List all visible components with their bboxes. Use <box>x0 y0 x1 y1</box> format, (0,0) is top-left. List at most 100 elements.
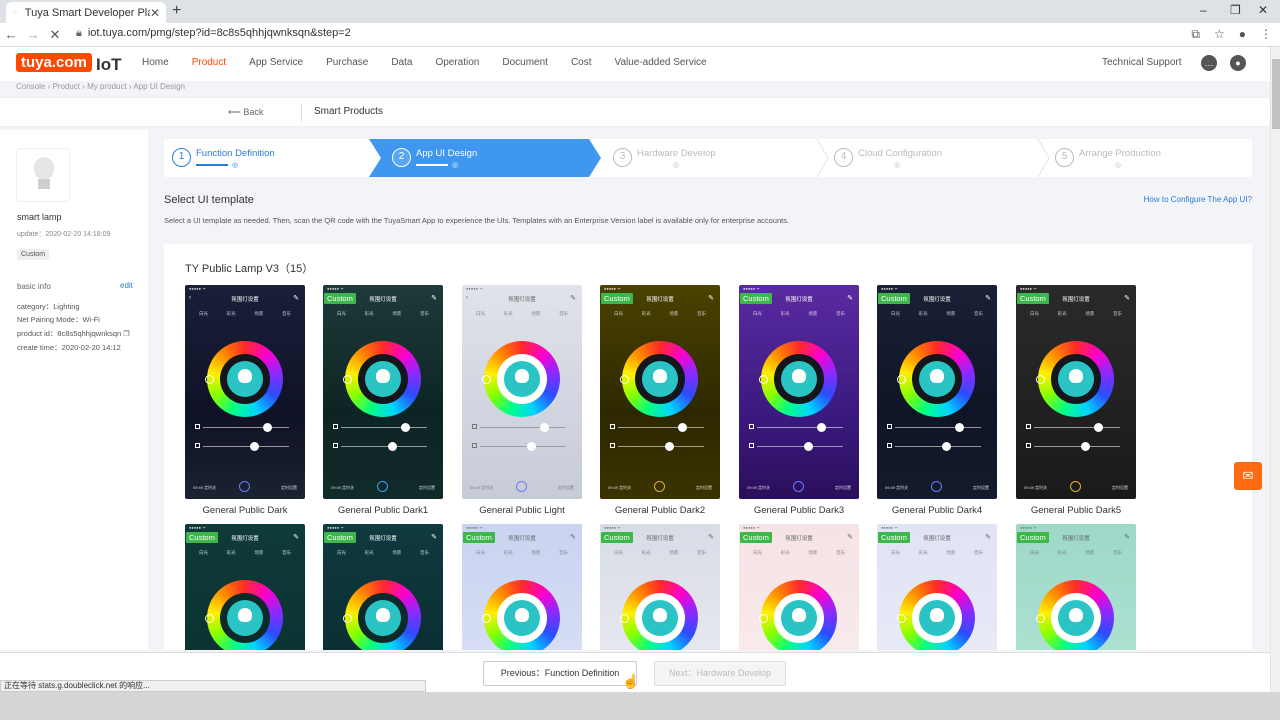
step-arrange-production[interactable]: 5 Arrange Production ◎ <box>1051 139 1251 177</box>
phone-status-bar: ●●●●● ᯤ <box>881 525 898 530</box>
template-card[interactable]: ●●●●● ᯤ Custom 氛围灯设置 ✎ 白光 彩光 场景 音乐 <box>1016 524 1136 650</box>
step-function-definition[interactable]: 1 Function Definition ◎ <box>168 139 368 177</box>
step-app-ui-design[interactable]: 2 App UI Design ◎ <box>388 139 588 177</box>
brightness-icon <box>1026 424 1031 429</box>
new-tab-button[interactable]: + <box>172 2 181 20</box>
phone-bottom-bar: 09:49 定时关 定时设置 <box>877 477 997 499</box>
power-icon <box>516 481 527 492</box>
temperature-icon <box>1026 443 1031 448</box>
phone-tab: 白光 <box>614 550 623 555</box>
timer-settings: 定时设置 <box>973 485 989 490</box>
restore-icon[interactable]: ❐ <box>1230 3 1241 17</box>
template-card[interactable]: ●●●●● ᯤ Custom 氛围灯设置 ✎ 白光 彩光 场景 音乐 09:49 定时关 定时设置 <box>323 285 443 499</box>
bulb-base <box>38 179 50 189</box>
phone-tab: 彩光 <box>226 311 236 316</box>
wheel-knob <box>482 375 491 384</box>
nav-operation[interactable]: Operation <box>435 57 479 68</box>
user-avatar-icon[interactable]: ● <box>1230 55 1246 71</box>
nav-data[interactable]: Data <box>391 57 412 68</box>
color-wheel <box>759 341 837 417</box>
template-name[interactable]: General Public Dark <box>175 505 315 516</box>
temperature-icon <box>887 443 892 448</box>
template-name[interactable]: General Public Dark1 <box>313 505 453 516</box>
create-time-line: create time：2020-02-20 14:12 <box>17 343 121 352</box>
template-name[interactable]: General Public Dark3 <box>729 505 869 516</box>
translate-icon[interactable]: ⧉ <box>1191 27 1200 42</box>
profile-icon[interactable]: ● <box>1239 27 1246 42</box>
template-card[interactable]: ●●●●● ᯤ Custom 氛围灯设置 ✎ 白光 彩光 场景 音乐 09:49 定时关 定时设置 <box>877 285 997 499</box>
close-window-icon[interactable]: ✕ <box>1258 3 1268 17</box>
phone-tab: 白光 <box>199 311 208 316</box>
url-field[interactable]: 🔒︎ iot.tuya.com/pmg/step?id=8c8s5qhhjqwnk… <box>76 27 351 40</box>
template-name[interactable]: General Public Light <box>452 505 592 516</box>
previous-step-button[interactable]: Previous：Function Definition <box>483 661 637 686</box>
bulb-icon <box>792 608 806 622</box>
phone-tab: 白光 <box>476 550 485 555</box>
close-tab-icon[interactable]: ✕ <box>150 6 160 20</box>
nav-purchase[interactable]: Purchase <box>326 57 368 68</box>
template-card[interactable]: ●●●●● ᯤ Custom 氛围灯设置 ✎ 白光 彩光 场景 音乐 <box>462 524 582 650</box>
phone-status-bar: ●●●●● ᯤ <box>466 525 483 530</box>
template-card[interactable]: ●●●●● ᯤ Custom 氛围灯设置 ✎ 白光 彩光 场景 音乐 09:49 定时关 定时设置 <box>600 285 720 499</box>
step-hardware-develop[interactable]: 3 Hardware Develop ◎ <box>609 139 809 177</box>
bulb-icon <box>238 608 252 622</box>
template-note: Select a UI template as needed. Then, sc… <box>164 216 790 225</box>
template-name[interactable]: General Public Dark5 <box>1006 505 1146 516</box>
template-card[interactable]: ●●●●● ᯤ Custom 氛围灯设置 ✎ 白光 彩光 场景 音乐 09:49 定时关 定时设置 <box>739 285 859 499</box>
check-icon: ◎ <box>673 162 680 169</box>
edit-link[interactable]: edit <box>120 281 133 290</box>
minimize-icon[interactable]: – <box>1200 3 1207 17</box>
bulb-icon <box>1069 369 1083 383</box>
template-name[interactable]: General Public Dark4 <box>867 505 1007 516</box>
template-card[interactable]: ●●●●● ᯤ Custom 氛围灯设置 ✎ 白光 彩光 场景 音乐 <box>877 524 997 650</box>
wheel-knob <box>343 614 352 623</box>
nav-cost[interactable]: Cost <box>571 57 592 68</box>
timer-status: 09:49 定时关 <box>470 485 494 490</box>
scroll-thumb[interactable] <box>1272 59 1280 129</box>
copy-icon[interactable]: ❐ <box>123 331 129 338</box>
nav-home[interactable]: Home <box>142 57 169 68</box>
back-button[interactable]: ⟵ Back <box>228 107 263 118</box>
temperature-slider <box>472 442 566 451</box>
bulb-icon <box>515 608 529 622</box>
bulb-icon <box>1069 608 1083 622</box>
temperature-slider <box>887 442 981 451</box>
edit-pen-icon: ✎ <box>431 295 437 302</box>
template-card[interactable]: ●●●●● ᯤ ‹ 氛围灯设置 ✎ 白光 彩光 场景 音乐 09:49 定时关 定时设置 <box>462 285 582 499</box>
menu-kebab-icon[interactable]: ⋮ <box>1260 27 1272 42</box>
message-icon[interactable]: … <box>1201 55 1217 71</box>
main-content: 1 Function Definition ◎ 2 App UI Design … <box>154 130 1262 650</box>
tuya-logo[interactable]: tuya.com <box>16 53 92 72</box>
mouse-cursor-icon: ☝ <box>622 673 640 689</box>
template-card[interactable]: ●●●●● ᯤ Custom 氛围灯设置 ✎ 白光 彩光 场景 音乐 <box>739 524 859 650</box>
phone-status-bar: ●●●●● ᯤ <box>327 525 344 530</box>
template-preview: ●●●●● ᯤ ‹ 氛围灯设置 ✎ 白光 彩光 场景 音乐 09:49 定时关 定时设置 <box>185 285 305 499</box>
template-name[interactable]: General Public Dark2 <box>590 505 730 516</box>
feedback-chat-icon[interactable]: ✉ <box>1234 462 1262 490</box>
template-card[interactable]: ●●●●● ᯤ Custom 氛围灯设置 ✎ 白光 彩光 场景 音乐 <box>600 524 720 650</box>
phone-tab: 音乐 <box>419 550 429 555</box>
phone-tabs: 白光 彩光 场景 音乐 <box>199 550 291 556</box>
technical-support-link[interactable]: Technical Support <box>1102 57 1182 68</box>
forward-nav-icon[interactable]: → <box>22 27 44 42</box>
template-card[interactable]: ●●●●● ᯤ Custom 氛围灯设置 ✎ 白光 彩光 场景 音乐 <box>185 524 305 650</box>
template-card[interactable]: ●●●●● ᯤ ‹ 氛围灯设置 ✎ 白光 彩光 场景 音乐 09:49 定时关 定时设置 <box>185 285 305 499</box>
power-icon <box>1070 481 1081 492</box>
phone-tab: 彩光 <box>918 550 928 555</box>
page-scrollbar[interactable] <box>1270 47 1280 692</box>
browser-tab[interactable]: ◌ Tuya Smart Developer Platform ✕ <box>6 2 166 23</box>
nav-app-service[interactable]: App Service <box>249 57 303 68</box>
nav-product[interactable]: Product <box>192 57 226 68</box>
back-nav-icon[interactable]: ← <box>0 27 22 42</box>
bulb-icon <box>238 369 252 383</box>
custom-tag: Custom <box>17 249 50 260</box>
nav-value-added-service[interactable]: Value-added Service <box>615 57 707 68</box>
template-card[interactable]: ●●●●● ᯤ Custom 氛围灯设置 ✎ 白光 彩光 场景 音乐 09:49 定时关 定时设置 <box>1016 285 1136 499</box>
template-preview: ●●●●● ᯤ Custom 氛围灯设置 ✎ 白光 彩光 场景 音乐 09:49 定时关 定时设置 <box>877 285 997 499</box>
stop-loading-icon[interactable]: ✕ <box>44 27 66 43</box>
template-card[interactable]: ●●●●● ᯤ Custom 氛围灯设置 ✎ 白光 彩光 场景 音乐 <box>323 524 443 650</box>
how-to-configure-link[interactable]: How to Configure The App UI? <box>1144 195 1252 204</box>
nav-document[interactable]: Document <box>502 57 548 68</box>
step-cloud-configuration[interactable]: 4 Cloud Configuration ◎ <box>830 139 1030 177</box>
bookmark-star-icon[interactable]: ☆ <box>1214 27 1225 42</box>
